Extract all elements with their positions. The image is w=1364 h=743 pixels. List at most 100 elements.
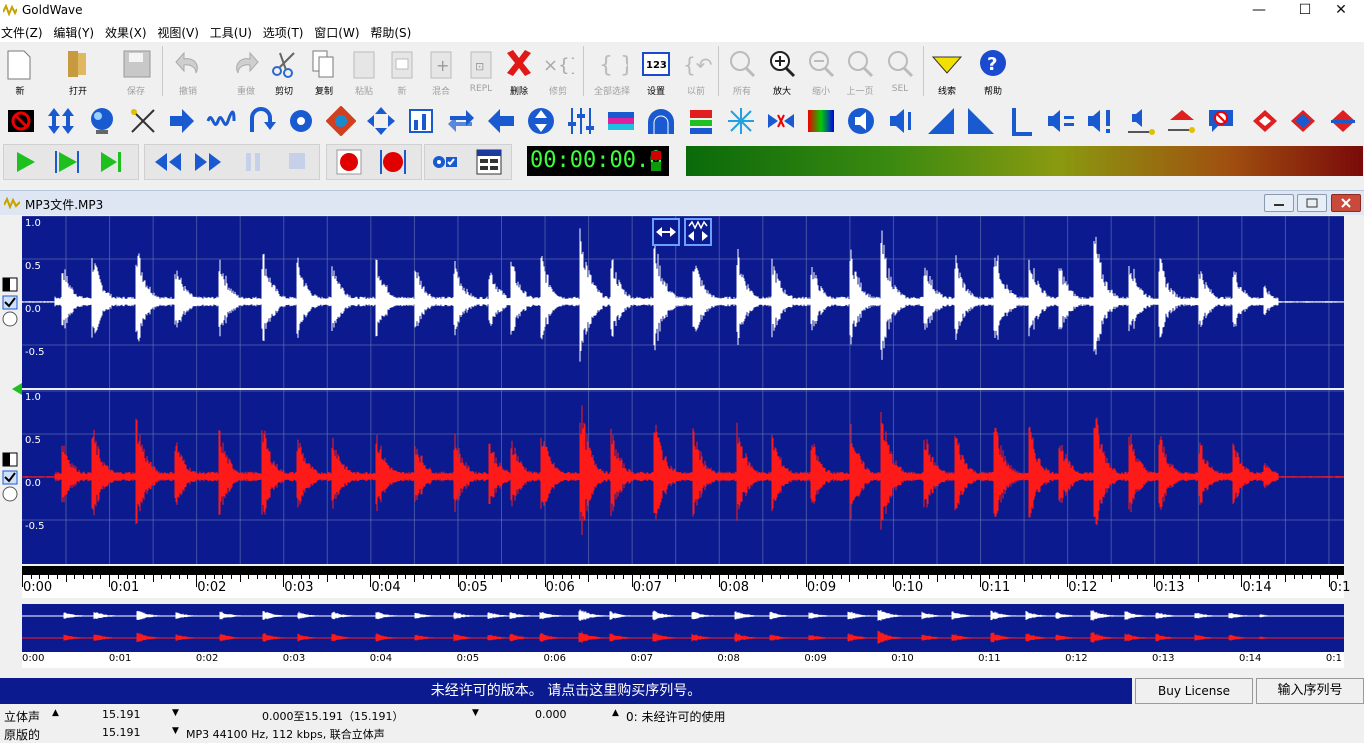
enter-serial-button[interactable]: 输入序列号 bbox=[1256, 678, 1364, 704]
effect-vertical-arrows-icon[interactable] bbox=[524, 104, 558, 140]
selection-start-handle[interactable] bbox=[652, 218, 680, 246]
overview-time-label: 0:09 bbox=[804, 653, 827, 664]
timeline-minor-tick bbox=[126, 575, 128, 579]
menu-options[interactable]: 选项(T) bbox=[263, 22, 308, 41]
timeline-minor-tick bbox=[527, 575, 529, 579]
undo-button[interactable]: 撤销 bbox=[168, 44, 208, 100]
timeline-minor-tick bbox=[492, 575, 494, 579]
menu-effects[interactable]: 效果(X) bbox=[105, 22, 151, 41]
effect-doppler-icon[interactable] bbox=[324, 104, 358, 140]
selection-dropdown-icon[interactable]: ▼ bbox=[472, 708, 479, 718]
original-dropdown-icon[interactable]: ▼ bbox=[172, 726, 179, 736]
play-to-end-button[interactable] bbox=[94, 147, 128, 177]
record-selection-button[interactable] bbox=[376, 147, 410, 177]
minimize-button[interactable]: — bbox=[1236, 0, 1282, 22]
play-level-indicator bbox=[651, 162, 661, 171]
menu-help[interactable]: 帮助(S) bbox=[370, 22, 415, 41]
effect-marker-volume-icon[interactable] bbox=[1124, 104, 1158, 140]
effect-diamond-red-icon[interactable] bbox=[1248, 104, 1282, 140]
delete-x-icon bbox=[507, 50, 531, 76]
overview-waveform[interactable] bbox=[22, 604, 1344, 652]
trim-button[interactable]: ×{}× 修剪 bbox=[538, 44, 578, 100]
effect-globe-icon[interactable] bbox=[86, 104, 120, 140]
effect-expand-all-icon[interactable] bbox=[364, 104, 398, 140]
effect-forward-arrow-icon[interactable] bbox=[164, 104, 198, 140]
effect-bars-icon[interactable] bbox=[684, 104, 718, 140]
menu-edit[interactable]: 编辑(Y) bbox=[53, 22, 98, 41]
effect-speaker-icon[interactable] bbox=[844, 104, 878, 140]
effect-gear-icon[interactable] bbox=[284, 104, 318, 140]
effect-cross-icon[interactable] bbox=[126, 104, 160, 140]
position-sort-icon[interactable]: ▲ bbox=[612, 708, 619, 718]
effect-loop-icon[interactable] bbox=[244, 104, 278, 140]
control-properties-button[interactable] bbox=[472, 147, 506, 177]
pause-button[interactable] bbox=[236, 147, 270, 177]
effect-wave-icon[interactable] bbox=[204, 104, 238, 140]
record-selection-icon bbox=[380, 150, 406, 174]
effect-noise-icon[interactable] bbox=[764, 104, 798, 140]
effect-fade-in-icon[interactable] bbox=[924, 104, 958, 140]
control-properties-icon bbox=[476, 149, 502, 175]
timeline-minor-tick bbox=[143, 575, 145, 579]
document-restore-button[interactable] bbox=[1297, 194, 1327, 212]
play-selection-button[interactable] bbox=[50, 147, 84, 177]
select-all-button[interactable]: { } 全部选择 bbox=[592, 44, 632, 100]
effect-swap-icon[interactable] bbox=[444, 104, 478, 140]
effect-volume-equal-icon[interactable] bbox=[1044, 104, 1078, 140]
timeline-minor-tick bbox=[901, 575, 903, 579]
length-dropdown-icon[interactable]: ▼ bbox=[172, 708, 179, 718]
timeline-minor-tick bbox=[640, 575, 642, 579]
effect-equalizer-icon[interactable] bbox=[404, 104, 438, 140]
effect-fade-out-icon[interactable] bbox=[964, 104, 998, 140]
effect-marker-arrow-icon[interactable] bbox=[1164, 104, 1198, 140]
svg-text:{↶}: {↶} bbox=[683, 53, 712, 77]
effect-stop-icon[interactable] bbox=[4, 104, 38, 140]
menu-view[interactable]: 视图(V) bbox=[157, 22, 203, 41]
play-button[interactable] bbox=[8, 147, 42, 177]
buy-license-button[interactable]: Buy License bbox=[1135, 678, 1253, 704]
effect-volume-alert-icon[interactable] bbox=[1084, 104, 1118, 140]
cue-button[interactable]: 线索 bbox=[927, 44, 967, 100]
menu-tools[interactable]: 工具(U) bbox=[210, 22, 256, 41]
effect-spectrum-icon[interactable] bbox=[604, 104, 638, 140]
effect-color-spectrum-icon[interactable] bbox=[804, 104, 838, 140]
status-format: MP3 44100 Hz, 112 kbps, 联合立体声 bbox=[186, 728, 385, 741]
menu-window[interactable]: 窗口(W) bbox=[314, 22, 363, 41]
effect-volume-plus-icon[interactable] bbox=[884, 104, 918, 140]
previous-selection-button[interactable]: {↶} 以前 bbox=[676, 44, 716, 100]
status-note: 0: 未经许可的使用 bbox=[626, 710, 726, 724]
channel-sort-icon[interactable]: ▲ bbox=[52, 708, 59, 718]
close-button[interactable]: ✕ bbox=[1318, 0, 1364, 22]
record-button[interactable] bbox=[332, 147, 366, 177]
left-channel-waveform[interactable]: 1.0 0.5 0.0 -0.5 bbox=[22, 216, 1344, 388]
selection-wave-handle[interactable] bbox=[684, 218, 712, 246]
zoom-selection-button[interactable]: SEL bbox=[880, 44, 920, 100]
timeline-minor-tick bbox=[170, 575, 172, 579]
wave-arrows-icon bbox=[688, 220, 708, 241]
effect-diamond-split-icon[interactable] bbox=[1326, 104, 1360, 140]
effect-reverse-arrow-icon[interactable] bbox=[484, 104, 518, 140]
menu-file[interactable]: 文件(Z) bbox=[1, 22, 47, 41]
svg-text:{ }: { } bbox=[599, 53, 628, 78]
timeline-minor-tick bbox=[135, 575, 137, 579]
effect-expand-vertical-icon[interactable] bbox=[44, 104, 78, 140]
new-button[interactable]: ▾ 新 bbox=[0, 44, 40, 100]
document-close-button[interactable] bbox=[1331, 194, 1361, 212]
device-controls-button[interactable] bbox=[428, 147, 462, 177]
document-minimize-button[interactable] bbox=[1264, 194, 1294, 212]
timeline-ruler[interactable]: 0:00 0:01 0:02 0:03 0:04 0:05 0:06 0:07 0:08 0:09… bbox=[22, 566, 1350, 598]
effect-bracket-icon[interactable] bbox=[1004, 104, 1038, 140]
help-button[interactable]: ? 帮助 bbox=[973, 44, 1013, 100]
effect-diamond-blue-icon[interactable] bbox=[1286, 104, 1320, 140]
effect-no-speech-icon[interactable] bbox=[1204, 104, 1238, 140]
effect-sliders-icon[interactable] bbox=[564, 104, 598, 140]
right-channel-waveform[interactable]: 1.0 0.5 0.0 -0.5 bbox=[22, 390, 1344, 564]
effect-spark-icon[interactable] bbox=[724, 104, 758, 140]
unlicensed-banner[interactable]: 未经许可的版本。 请点击这里购买序列号。 bbox=[0, 678, 1132, 704]
rewind-button[interactable] bbox=[148, 147, 182, 177]
open-button[interactable]: 打开 bbox=[58, 44, 98, 100]
effect-arch-icon[interactable] bbox=[644, 104, 678, 140]
save-button[interactable]: 保存 bbox=[116, 44, 156, 100]
fast-forward-button[interactable] bbox=[190, 147, 224, 177]
stop-button[interactable] bbox=[280, 147, 314, 177]
